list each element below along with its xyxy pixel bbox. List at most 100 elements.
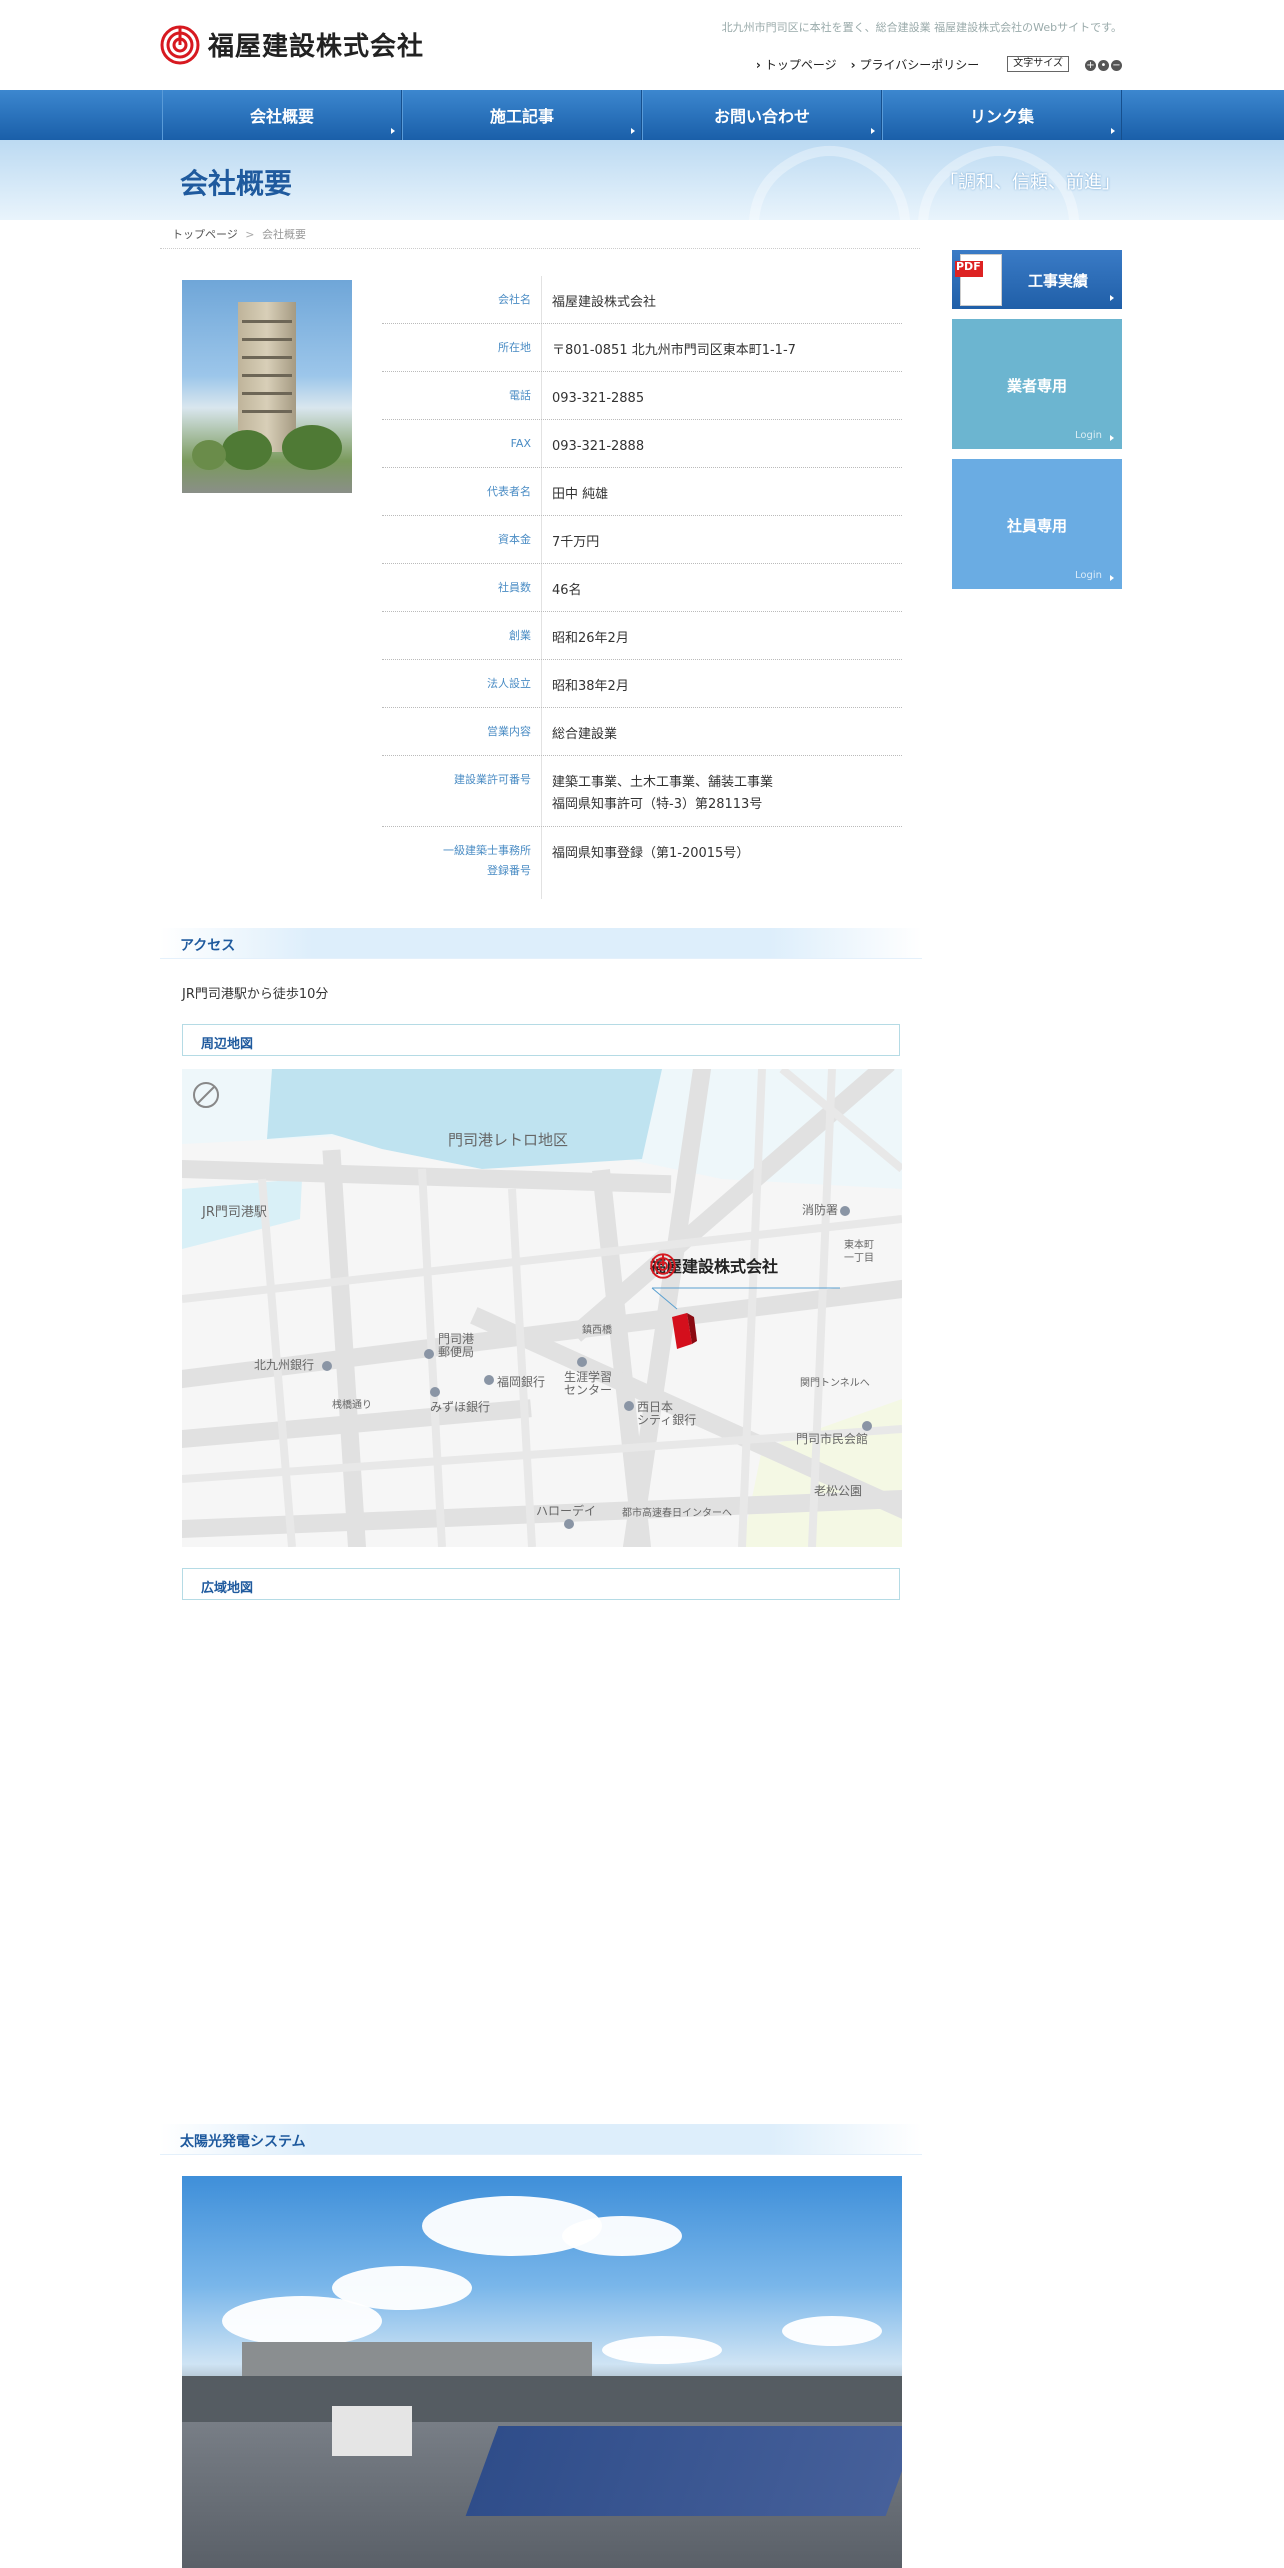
map-label-tunnel: 関門トンネルへ	[800, 1378, 870, 1389]
vendor-login-button[interactable]: 業者専用 Login	[952, 319, 1122, 449]
nearby-map-box: 周辺地図	[182, 1024, 900, 1056]
map-pin-icon	[624, 1401, 634, 1411]
info-value: 093-321-2888	[552, 439, 645, 454]
utility-links: トップページ プライバシーポリシー 文字サイズ +•−	[756, 55, 1122, 73]
info-row: 所在地 〒801-0851 北九州市門司区東本町1-1-7	[382, 324, 902, 372]
font-size-decrease-icon[interactable]: −	[1111, 60, 1122, 71]
info-label: 電話	[382, 372, 542, 419]
info-label: 建設業許可番号	[382, 756, 542, 826]
util-link-privacy[interactable]: プライバシーポリシー	[851, 56, 980, 73]
map-label-hello-day: ハローデイ	[536, 1504, 597, 1518]
map-pin-icon	[564, 1519, 574, 1529]
company-name-logo[interactable]: 福屋建設株式会社	[208, 26, 424, 63]
map-pin-icon	[484, 1375, 494, 1385]
global-nav: 会社概要 施工記事 お問い合わせ リンク集	[0, 90, 1284, 140]
nav-item-links[interactable]: リンク集	[882, 90, 1122, 140]
nearby-map-title: 周辺地図	[201, 1037, 254, 1052]
map-company-logo: 福屋建設株式会社	[650, 1253, 778, 1279]
info-label: 一級建築士事務所 登録番号	[382, 827, 542, 899]
wide-map-box: 広域地図	[182, 1568, 900, 1600]
info-label: 法人設立	[382, 660, 542, 707]
info-row: FAX 093-321-2888	[382, 420, 902, 468]
company-info-table: 会社名 福屋建設株式会社 所在地 〒801-0851 北九州市門司区東本町1-1…	[382, 276, 902, 899]
info-value-line: 福岡県知事許可（特-3）第28113号	[552, 797, 763, 812]
info-value: 46名	[552, 583, 582, 598]
staff-login-button[interactable]: 社員専用 Login	[952, 459, 1122, 589]
solar-power-photo	[182, 2176, 902, 2568]
info-row: 営業内容 総合建設業	[382, 708, 902, 756]
access-heading: アクセス	[180, 938, 236, 954]
map-label-retro-area: 門司港レトロ地区	[448, 1131, 569, 1149]
breadcrumb-home[interactable]: トップページ	[172, 228, 238, 241]
map-label-kitakyushu-bank: 北九州銀行	[254, 1358, 315, 1372]
info-row: 代表者名 田中 純雄	[382, 468, 902, 516]
breadcrumb-divider	[160, 248, 920, 249]
map-label-chinzei-bridge: 鎮西橋	[582, 1325, 612, 1336]
info-row: 資本金 7千万円	[382, 516, 902, 564]
info-value: 昭和26年2月	[552, 631, 629, 646]
info-value: 093-321-2885	[552, 391, 645, 406]
breadcrumb-separator: >	[245, 228, 255, 241]
info-value: 建築工事業、土木工事業、舗装工事業 福岡県知事許可（特-3）第28113号	[542, 756, 902, 826]
info-value: 昭和38年2月	[552, 679, 629, 694]
nav-item-company[interactable]: 会社概要	[162, 90, 402, 140]
info-label: 代表者名	[382, 468, 542, 515]
nav-item-works[interactable]: 施工記事	[402, 90, 642, 140]
wide-map-title: 広域地図	[201, 1581, 254, 1596]
breadcrumb-current: 会社概要	[262, 228, 306, 241]
info-label: FAX	[382, 420, 542, 467]
staff-login-link[interactable]: Login	[1075, 570, 1102, 581]
info-row: 会社名 福屋建設株式会社	[382, 276, 902, 324]
map-label-post-office: 門司港 郵便局	[438, 1332, 475, 1359]
util-link-top[interactable]: トップページ	[756, 56, 837, 73]
vendor-login-link[interactable]: Login	[1075, 430, 1102, 441]
info-row: 一級建築士事務所 登録番号 福岡県知事登録（第1-20015号）	[382, 827, 902, 899]
info-value: 7千万円	[552, 535, 600, 550]
map-label-fire-station: 消防署	[802, 1203, 839, 1217]
access-heading-bar: アクセス	[160, 928, 922, 959]
company-motto: 「調和、信頼、前進」	[940, 172, 1120, 193]
map-label-learning-center: 生涯学習 センター	[564, 1370, 613, 1397]
pdf-tag: PDF	[956, 260, 981, 273]
info-label: 資本金	[382, 516, 542, 563]
company-building-photo	[182, 280, 352, 493]
info-row: 建設業許可番号 建築工事業、土木工事業、舗装工事業 福岡県知事許可（特-3）第2…	[382, 756, 902, 827]
map-label-civic-hall: 門司市民会館	[796, 1432, 869, 1446]
map-label-mizuho-bank: みずほ銀行	[430, 1400, 491, 1414]
info-value: 〒801-0851 北九州市門司区東本町1-1-7	[552, 343, 796, 358]
map-pin-icon	[322, 1361, 332, 1371]
vendor-label: 業者専用	[1006, 377, 1067, 395]
font-size-controls: + • −	[1083, 57, 1122, 71]
nav-item-contact[interactable]: お問い合わせ	[642, 90, 882, 140]
info-label: 営業内容	[382, 708, 542, 755]
map-label-nishinippon-bank: 西日本 シティ銀行	[637, 1400, 697, 1427]
nearby-map: 門司港レトロ地区 JR門司港駅 福屋建設株式会社 消防署 東本町 一丁目 北九州銀…	[182, 1069, 902, 1547]
info-value: 福岡県知事登録（第1-20015号）	[552, 846, 750, 861]
works-pdf-button[interactable]: PDF 工事実績	[952, 250, 1122, 309]
solar-heading-bar: 太陽光発電システム	[160, 2124, 922, 2155]
map-pin-icon	[424, 1349, 434, 1359]
map-label-station: JR門司港駅	[202, 1205, 267, 1220]
font-size-increase-icon[interactable]: +	[1085, 60, 1096, 71]
works-label: 工事実績	[1028, 272, 1089, 290]
info-row: 法人設立 昭和38年2月	[382, 660, 902, 708]
info-label-line: 登録番号	[487, 864, 531, 877]
info-label: 所在地	[382, 324, 542, 371]
font-size-label: 文字サイズ	[1007, 56, 1069, 72]
map-label-higashi: 東本町 一丁目	[844, 1240, 874, 1264]
access-text: JR門司港駅から徒歩10分	[182, 987, 329, 1002]
map-pin-icon	[862, 1421, 872, 1431]
info-label: 会社名	[382, 276, 542, 323]
info-row: 創業 昭和26年2月	[382, 612, 902, 660]
info-label: 社員数	[382, 564, 542, 611]
info-value: 田中 純雄	[552, 487, 609, 502]
info-label-line: 一級建築士事務所	[443, 844, 531, 857]
info-label: 創業	[382, 612, 542, 659]
map-company-logo-icon	[650, 1253, 676, 1279]
map-pin-icon	[430, 1387, 440, 1397]
info-value: 総合建設業	[552, 727, 618, 742]
map-label-highway: 都市高速春日インターへ	[622, 1508, 732, 1519]
solar-heading: 太陽光発電システム	[180, 2134, 306, 2150]
font-size-reset-icon[interactable]: •	[1098, 60, 1109, 71]
company-logo-icon[interactable]	[160, 25, 200, 65]
